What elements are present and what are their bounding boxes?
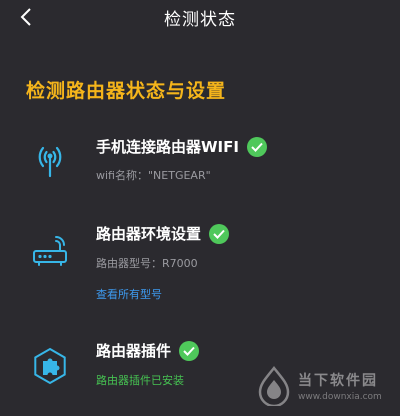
item-wifi-title: 手机连接路由器WIFI (96, 136, 267, 157)
view-all-models-link[interactable]: 查看所有型号 (96, 286, 162, 302)
watermark: 当下软件园 www.downxia.com (256, 360, 396, 412)
check-icon (246, 136, 267, 157)
section-heading: 检测路由器状态与设置 (26, 80, 227, 102)
item-router-model: 路由器型号：R7000 (96, 257, 198, 270)
page-title: 检测状态 (164, 10, 236, 30)
check-icon (209, 223, 230, 244)
wifi-signal-icon (38, 146, 62, 178)
watermark-logo-icon (258, 366, 290, 406)
check-icon (179, 340, 200, 361)
watermark-url: www.downxia.com (298, 392, 382, 402)
router-icon (33, 236, 67, 266)
plugin-puzzle-icon (34, 347, 66, 385)
screen: 检测状态 检测路由器状态与设置 手机连接路由器WIFI wifi名称："NETG… (0, 0, 400, 416)
item-wifi-name: wifi名称："NETGEAR" (96, 169, 211, 182)
watermark-text: 当下软件园 (298, 373, 378, 389)
item-router-title: 路由器环境设置 (96, 223, 230, 244)
item-plugin-title: 路由器插件 (96, 340, 200, 361)
plugin-installed-status: 路由器插件已安装 (96, 374, 184, 387)
